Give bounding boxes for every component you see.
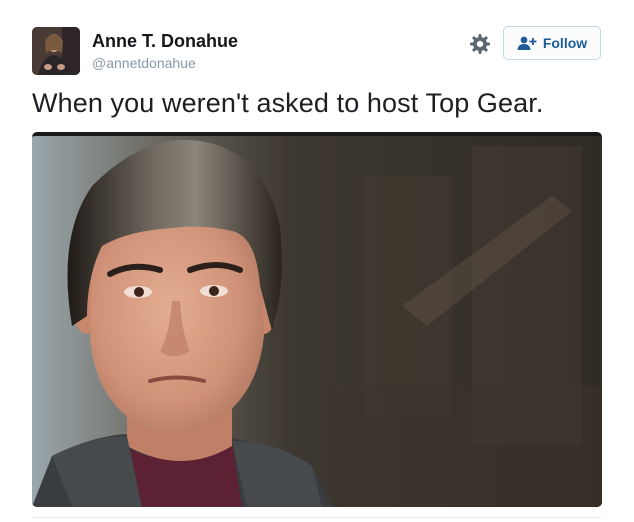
author-name[interactable]: Anne T. Donahue xyxy=(92,31,238,52)
divider xyxy=(32,517,602,518)
add-user-icon xyxy=(517,35,537,51)
author-handle[interactable]: @annetdonahue xyxy=(92,55,196,71)
tweet-photo[interactable] xyxy=(32,132,602,507)
follow-label: Follow xyxy=(542,35,588,51)
avatar[interactable] xyxy=(32,27,80,75)
gear-icon[interactable] xyxy=(468,32,492,56)
tweet-text: When you weren't asked to host Top Gear. xyxy=(32,88,544,118)
follow-button[interactable]: Follow xyxy=(503,26,601,60)
